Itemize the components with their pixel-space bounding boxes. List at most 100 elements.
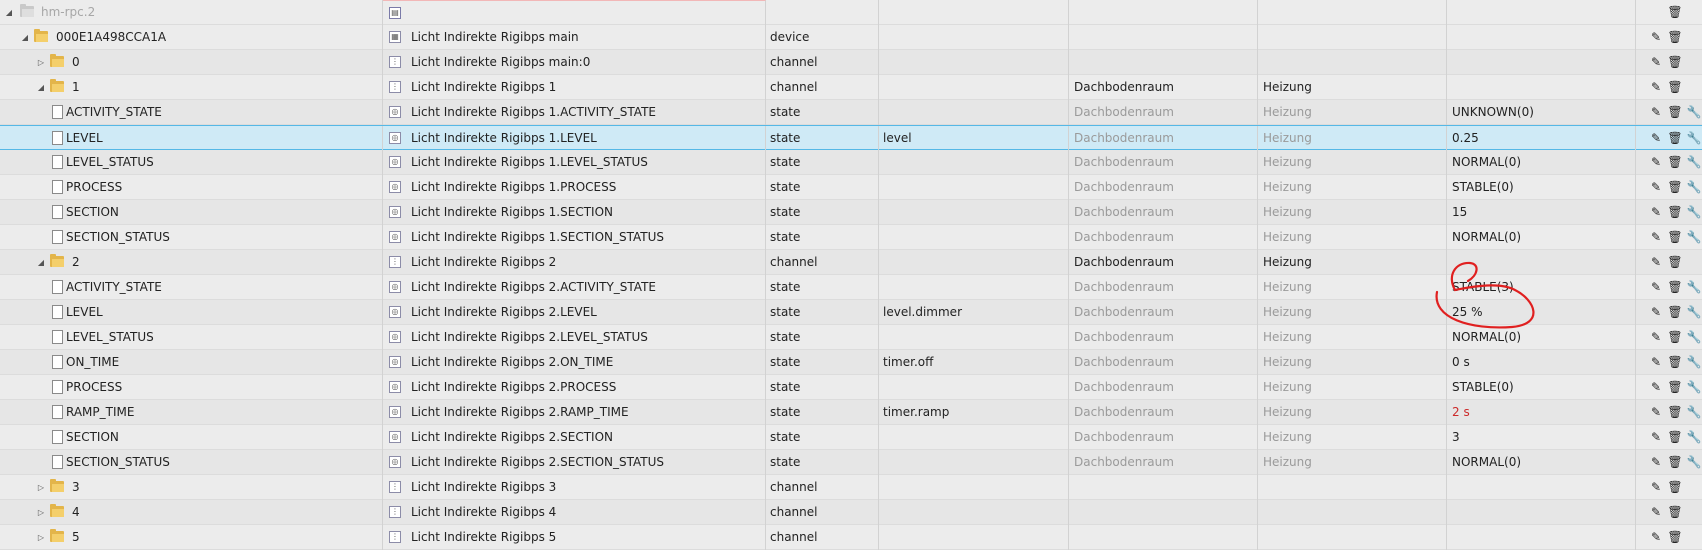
value-cell[interactable]: 15 [1447, 200, 1636, 225]
value-cell[interactable] [1447, 50, 1636, 75]
tree-row[interactable]: LEVEL_STATUS ◎ Licht Indirekte Rigibps 1.L… [0, 150, 1702, 175]
wrench-icon[interactable]: 🔧 [1684, 375, 1702, 400]
collapse-icon[interactable]: ◢ [20, 25, 30, 50]
pencil-icon[interactable]: ✎ [1646, 75, 1666, 100]
tree-row[interactable]: SECTION ◎ Licht Indirekte Rigibps 2.SECTIO… [0, 425, 1702, 450]
value-cell[interactable] [1447, 75, 1636, 100]
trash-icon[interactable]: 🗑 [1665, 475, 1685, 500]
trash-icon[interactable]: 🗑 [1665, 100, 1685, 125]
value-cell[interactable] [1447, 25, 1636, 50]
value-cell[interactable]: 2 s [1447, 400, 1636, 425]
trash-icon[interactable]: 🗑 [1665, 500, 1685, 525]
pencil-icon[interactable]: ✎ [1646, 200, 1666, 225]
collapse-icon[interactable]: ◢ [36, 250, 46, 275]
trash-icon[interactable]: 🗑 [1665, 275, 1685, 300]
pencil-icon[interactable]: ✎ [1646, 275, 1666, 300]
trash-icon[interactable]: 🗑 [1665, 225, 1685, 250]
tree-row[interactable]: ◢ 2 ⋮ Licht Indirekte Rigibps 2 channel Dachb… [0, 250, 1702, 275]
expand-icon[interactable]: ▷ [36, 525, 46, 550]
trash-icon[interactable]: 🗑 [1665, 50, 1685, 75]
pencil-icon[interactable]: ✎ [1646, 300, 1666, 325]
wrench-icon[interactable]: 🔧 [1684, 275, 1702, 300]
pencil-icon[interactable]: ✎ [1646, 325, 1666, 350]
tree-row-root[interactable]: ◢ hm-rpc.2 ▤ 🗑 [0, 0, 1702, 25]
trash-icon[interactable]: 🗑 [1665, 425, 1685, 450]
tree-row[interactable]: SECTION_STATUS ◎ Licht Indirekte Rigibps 1… [0, 225, 1702, 250]
pencil-icon[interactable]: ✎ [1646, 50, 1666, 75]
trash-icon[interactable]: 🗑 [1665, 525, 1685, 550]
collapse-icon[interactable]: ◢ [36, 75, 46, 100]
value-cell[interactable] [1447, 250, 1636, 275]
value-cell[interactable]: 25 % [1447, 300, 1636, 325]
wrench-icon[interactable]: 🔧 [1684, 100, 1702, 125]
value-cell[interactable]: STABLE(3) [1447, 275, 1636, 300]
wrench-icon[interactable]: 🔧 [1684, 150, 1702, 175]
pencil-icon[interactable]: ✎ [1646, 400, 1666, 425]
tree-row[interactable]: ON_TIME ◎ Licht Indirekte Rigibps 2.ON_TIM… [0, 350, 1702, 375]
wrench-icon[interactable]: 🔧 [1684, 400, 1702, 425]
pencil-icon[interactable]: ✎ [1646, 250, 1666, 275]
tree-row[interactable]: SECTION ◎ Licht Indirekte Rigibps 1.SECTIO… [0, 200, 1702, 225]
trash-icon[interactable]: 🗑 [1665, 450, 1685, 475]
wrench-icon[interactable]: 🔧 [1684, 225, 1702, 250]
pencil-icon[interactable]: ✎ [1646, 175, 1666, 200]
value-cell[interactable]: UNKNOWN(0) [1447, 100, 1636, 125]
value-cell[interactable]: 3 [1447, 425, 1636, 450]
trash-icon[interactable]: 🗑 [1665, 75, 1685, 100]
tree-row[interactable]: SECTION_STATUS ◎ Licht Indirekte Rigibps 2… [0, 450, 1702, 475]
trash-icon[interactable]: 🗑 [1665, 0, 1685, 25]
tree-row[interactable]: ◢ 000E1A498CCA1A ▦ Licht Indirekte Rigibps … [0, 25, 1702, 50]
trash-icon[interactable]: 🗑 [1665, 350, 1685, 375]
value-cell[interactable]: NORMAL(0) [1447, 325, 1636, 350]
tree-row[interactable]: ▷ 5 ⋮ Licht Indirekte Rigibps 5 channel ✎ 🗑 [0, 525, 1702, 550]
wrench-icon[interactable]: 🔧 [1684, 175, 1702, 200]
tree-row[interactable]: ▷ 4 ⋮ Licht Indirekte Rigibps 4 channel ✎ 🗑 [0, 500, 1702, 525]
pencil-icon[interactable]: ✎ [1646, 425, 1666, 450]
tree-row[interactable]: LEVEL ◎ Licht Indirekte Rigibps 1.LEVEL sta… [0, 125, 1702, 151]
trash-icon[interactable]: 🗑 [1665, 375, 1685, 400]
value-cell[interactable]: NORMAL(0) [1447, 225, 1636, 250]
tree-row[interactable]: RAMP_TIME ◎ Licht Indirekte Rigibps 2.RAMP… [0, 400, 1702, 425]
trash-icon[interactable]: 🗑 [1665, 250, 1685, 275]
tree-row[interactable]: ◢ 1 ⋮ Licht Indirekte Rigibps 1 channel Dachb… [0, 75, 1702, 100]
tree-row[interactable]: LEVEL_STATUS ◎ Licht Indirekte Rigibps 2.L… [0, 325, 1702, 350]
trash-icon[interactable]: 🗑 [1665, 150, 1685, 175]
pencil-icon[interactable]: ✎ [1646, 126, 1666, 151]
trash-icon[interactable]: 🗑 [1665, 325, 1685, 350]
tree-row[interactable]: ▷ 3 ⋮ Licht Indirekte Rigibps 3 channel ✎ 🗑 [0, 475, 1702, 500]
value-cell[interactable] [1447, 500, 1636, 525]
wrench-icon[interactable]: 🔧 [1684, 350, 1702, 375]
wrench-icon[interactable]: 🔧 [1684, 425, 1702, 450]
pencil-icon[interactable]: ✎ [1646, 100, 1666, 125]
pencil-icon[interactable]: ✎ [1646, 475, 1666, 500]
tree-row[interactable]: PROCESS ◎ Licht Indirekte Rigibps 2.PROCES… [0, 375, 1702, 400]
expand-icon[interactable]: ▷ [36, 500, 46, 525]
trash-icon[interactable]: 🗑 [1665, 126, 1685, 151]
trash-icon[interactable]: 🗑 [1665, 300, 1685, 325]
value-cell[interactable] [1447, 475, 1636, 500]
value-cell[interactable]: 0 s [1447, 350, 1636, 375]
value-cell[interactable]: STABLE(0) [1447, 375, 1636, 400]
tree-row[interactable]: ACTIVITY_STATE ◎ Licht Indirekte Rigibps 2… [0, 275, 1702, 300]
tree-row[interactable]: LEVEL ◎ Licht Indirekte Rigibps 2.LEVEL sta… [0, 300, 1702, 325]
tree-row[interactable]: ▷ 0 ⋮ Licht Indirekte Rigibps main:0 channel… [0, 50, 1702, 75]
wrench-icon[interactable]: 🔧 [1684, 300, 1702, 325]
expand-icon[interactable]: ▷ [36, 475, 46, 500]
trash-icon[interactable]: 🗑 [1665, 25, 1685, 50]
wrench-icon[interactable]: 🔧 [1684, 126, 1702, 151]
value-cell[interactable] [1447, 525, 1636, 550]
expand-icon[interactable]: ▷ [36, 50, 46, 75]
pencil-icon[interactable]: ✎ [1646, 525, 1666, 550]
pencil-icon[interactable]: ✎ [1646, 450, 1666, 475]
collapse-icon[interactable]: ◢ [4, 0, 14, 25]
value-cell[interactable]: 0.25 [1447, 126, 1636, 151]
tree-row[interactable]: ACTIVITY_STATE ◎ Licht Indirekte Rigibps 1… [0, 100, 1702, 125]
trash-icon[interactable]: 🗑 [1665, 400, 1685, 425]
pencil-icon[interactable]: ✎ [1646, 500, 1666, 525]
value-cell[interactable]: NORMAL(0) [1447, 450, 1636, 475]
pencil-icon[interactable]: ✎ [1646, 25, 1666, 50]
value-cell[interactable]: NORMAL(0) [1447, 150, 1636, 175]
wrench-icon[interactable]: 🔧 [1684, 200, 1702, 225]
pencil-icon[interactable]: ✎ [1646, 225, 1666, 250]
wrench-icon[interactable]: 🔧 [1684, 325, 1702, 350]
